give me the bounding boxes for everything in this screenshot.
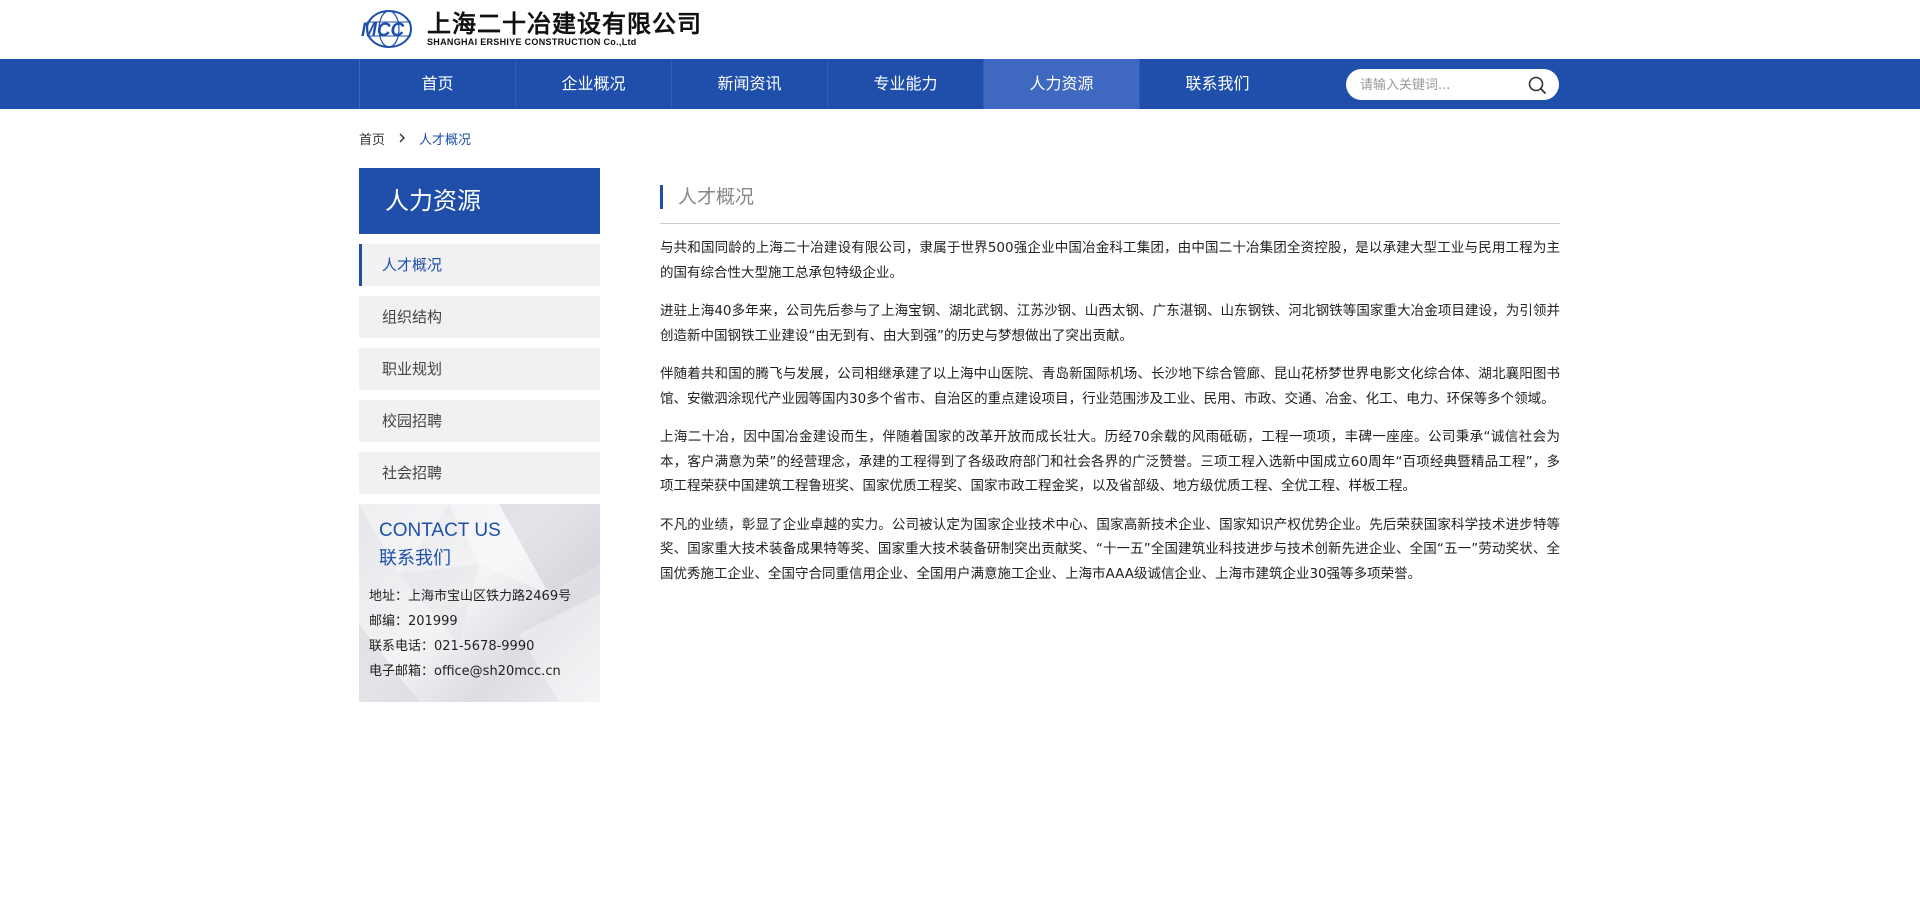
search-icon[interactable] [1527, 75, 1547, 95]
mcc-logo-icon: MCC [361, 10, 412, 48]
logo-mark-text: MCC [361, 20, 405, 41]
logo-text: 上海二十冶建设有限公司 SHANGHAI ERSHIYE CONSTRUCTIO… [427, 11, 702, 48]
article-body: 与共和国同龄的上海二十冶建设有限公司，隶属于世界500强企业中国冶金科工集团，由… [660, 236, 1560, 586]
sidebar-item-career-planning[interactable]: 职业规划 [359, 348, 600, 390]
article-paragraph: 不凡的业绩，彰显了企业卓越的实力。公司被认定为国家企业技术中心、国家高新技术企业… [660, 516, 1560, 582]
nav-item-home[interactable]: 首页 [359, 59, 515, 109]
sidebar: 人力资源 人才概况 组织结构 职业规划 校园招聘 社会招聘 CONTACT US… [359, 168, 600, 702]
main-content: 人才概况 与共和国同龄的上海二十冶建设有限公司，隶属于世界500强企业中国冶金科… [660, 185, 1560, 600]
contact-address: 地址：上海市宝山区铁力路2469号 [369, 589, 572, 604]
contact-panel: CONTACT US 联系我们 地址：上海市宝山区铁力路2469号 邮编：201… [359, 504, 600, 702]
company-logo[interactable]: MCC 上海二十冶建设有限公司 SHANGHAI ERSHIYE CONSTRU… [359, 8, 702, 50]
nav-item-news[interactable]: 新闻资讯 [671, 59, 827, 109]
contact-details: 地址：上海市宝山区铁力路2469号 邮编：201999 联系电话：021-567… [369, 584, 571, 684]
nav-item-human-resources[interactable]: 人力资源 [983, 59, 1139, 109]
article-paragraph: 与共和国同龄的上海二十冶建设有限公司，隶属于世界500强企业中国冶金科工集团，由… [660, 240, 1560, 281]
nav-inner: 首页 企业概况 新闻资讯 专业能力 人力资源 联系我们 [359, 59, 1559, 109]
sidebar-item-organization[interactable]: 组织结构 [359, 296, 600, 338]
nav-item-contact-us[interactable]: 联系我们 [1139, 59, 1295, 109]
chevron-right-icon [399, 133, 406, 143]
nav-item-capabilities[interactable]: 专业能力 [827, 59, 983, 109]
contact-title-cn: 联系我们 [379, 548, 451, 569]
sidebar-title: 人力资源 [359, 168, 600, 234]
sidebar-item-campus-recruitment[interactable]: 校园招聘 [359, 400, 600, 442]
article-paragraph: 伴随着共和国的腾飞与发展，公司相继承建了以上海中山医院、青岛新国际机场、长沙地下… [660, 366, 1560, 407]
contact-phone: 联系电话：021-5678-9990 [369, 639, 535, 654]
search-box [1346, 69, 1559, 100]
contact-email[interactable]: 电子邮箱：office@sh20mcc.cn [369, 659, 571, 684]
search-input[interactable] [1360, 75, 1520, 95]
company-name-en: SHANGHAI ERSHIYE CONSTRUCTION Co.,Ltd [427, 36, 637, 47]
article-paragraph: 进驻上海40多年来，公司先后参与了上海宝钢、湖北武钢、江苏沙钢、山西太钢、广东湛… [660, 303, 1560, 344]
site-header: MCC 上海二十冶建设有限公司 SHANGHAI ERSHIYE CONSTRU… [0, 0, 1920, 59]
main-nav: 首页 企业概况 新闻资讯 专业能力 人力资源 联系我们 [0, 59, 1920, 109]
company-name-cn: 上海二十冶建设有限公司 [427, 9, 702, 38]
sidebar-item-talent-overview[interactable]: 人才概况 [359, 244, 600, 286]
contact-postcode: 邮编：201999 [369, 614, 458, 629]
page-title: 人才概况 [660, 185, 1560, 209]
nav-item-company-overview[interactable]: 企业概况 [515, 59, 671, 109]
sidebar-item-social-recruitment[interactable]: 社会招聘 [359, 452, 600, 494]
breadcrumb-current[interactable]: 人才概况 [419, 129, 471, 148]
breadcrumb-home[interactable]: 首页 [359, 129, 385, 148]
article-paragraph: 上海二十冶，因中国冶金建设而生，伴随着国家的改革开放而成长壮大。历经70余载的风… [660, 429, 1560, 494]
sidebar-menu: 人才概况 组织结构 职业规划 校园招聘 社会招聘 [359, 244, 600, 494]
title-divider [660, 223, 1560, 224]
contact-title-en: CONTACT US [379, 520, 501, 541]
breadcrumb: 首页 人才概况 [359, 128, 471, 148]
